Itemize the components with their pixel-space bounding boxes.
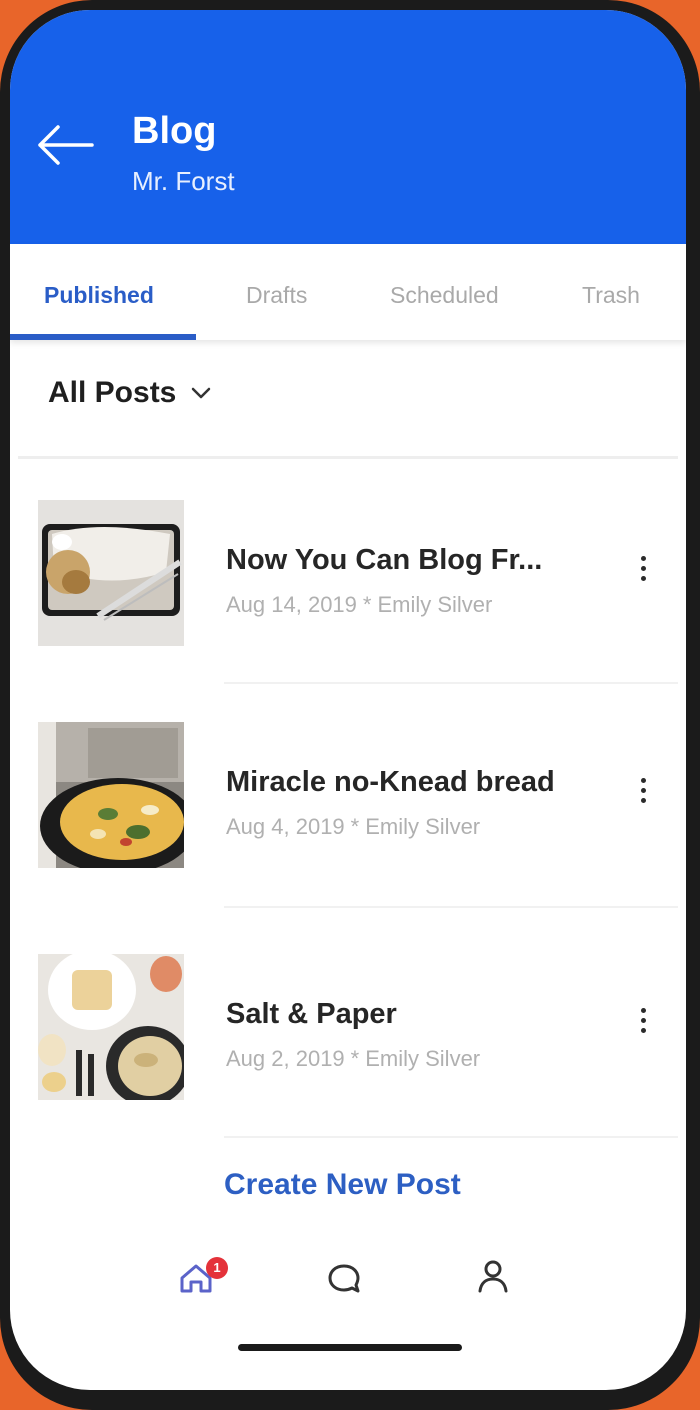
tab-bar: Published Drafts Scheduled Trash (10, 244, 686, 340)
list-item[interactable]: Salt & Paper Aug 2, 2019 * Emily Silver (10, 934, 686, 1114)
post-date: Aug 2, 2019 (226, 1046, 345, 1071)
home-indicator (238, 1344, 462, 1351)
more-options-icon[interactable] (628, 770, 658, 810)
more-options-icon[interactable] (628, 548, 658, 588)
post-thumbnail (38, 500, 184, 646)
post-thumbnail (38, 722, 184, 868)
arrow-left-icon (38, 125, 94, 165)
chevron-down-icon (192, 387, 211, 399)
filter-divider (18, 456, 678, 459)
tab-published[interactable]: Published (44, 282, 154, 309)
profile-icon[interactable] (476, 1258, 510, 1299)
active-tab-indicator (10, 334, 196, 340)
notification-badge: 1 (206, 1257, 228, 1279)
meta-separator: * (350, 814, 360, 839)
page-subtitle: Mr. Forst (132, 166, 235, 196)
post-meta: Aug 2, 2019 * Emily Silver (226, 1046, 480, 1072)
posts-filter-dropdown[interactable]: All Posts (48, 376, 212, 410)
app-header: Blog Mr. Forst (10, 10, 686, 244)
post-meta: Aug 4, 2019 * Emily Silver (226, 814, 480, 840)
meta-separator: * (362, 592, 372, 617)
post-thumbnail (38, 954, 184, 1100)
list-divider (224, 906, 678, 908)
tab-trash[interactable]: Trash (582, 282, 640, 309)
filter-label: All Posts (48, 376, 177, 409)
post-author: Emily Silver (377, 592, 493, 617)
list-divider (224, 682, 678, 684)
back-button[interactable] (34, 120, 96, 170)
create-new-post-button[interactable]: Create New Post (224, 1168, 461, 1202)
post-author: Emily Silver (365, 814, 481, 839)
tab-drafts[interactable]: Drafts (246, 282, 307, 309)
list-item[interactable]: Now You Can Blog Fr... Aug 14, 2019 * Emil… (10, 480, 686, 660)
post-date: Aug 14, 2019 (226, 592, 357, 617)
post-date: Aug 4, 2019 (226, 814, 345, 839)
post-author: Emily Silver (365, 1046, 481, 1071)
post-meta: Aug 14, 2019 * Emily Silver (226, 592, 492, 618)
list-item[interactable]: Miracle no-Knead bread Aug 4, 2019 * Emily… (10, 702, 686, 882)
post-title: Miracle no-Knead bread (226, 766, 555, 798)
post-title: Now You Can Blog Fr... (226, 544, 543, 576)
post-title: Salt & Paper (226, 998, 397, 1030)
phone-screen: Blog Mr. Forst Published Drafts Schedule… (10, 10, 686, 1390)
chat-icon[interactable] (326, 1262, 362, 1301)
meta-separator: * (350, 1046, 360, 1071)
list-divider (224, 1136, 678, 1138)
tab-scheduled[interactable]: Scheduled (390, 282, 499, 309)
page-title: Blog (132, 110, 217, 152)
more-options-icon[interactable] (628, 1000, 658, 1040)
